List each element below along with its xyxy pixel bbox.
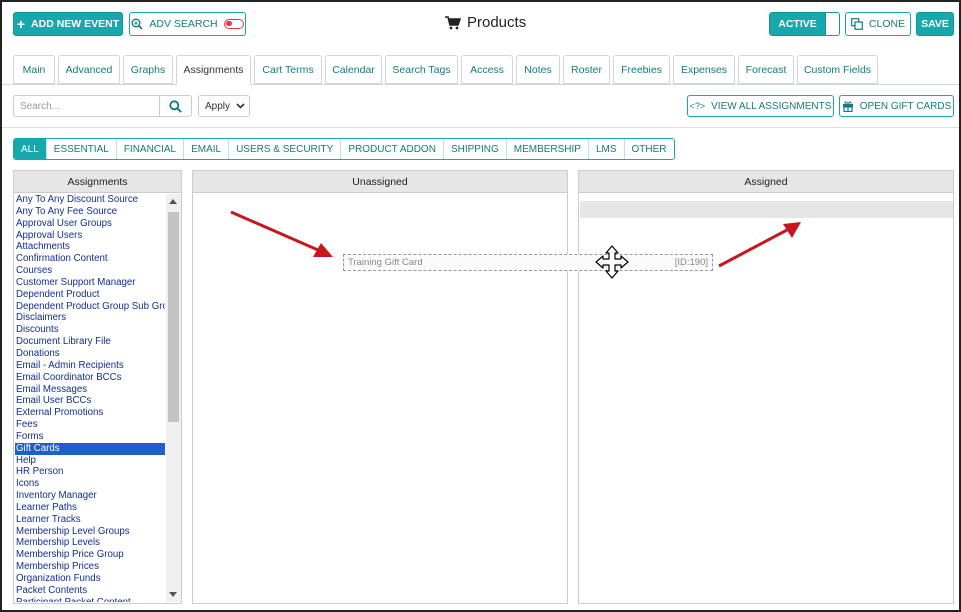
annotation-arrows: [230, 210, 801, 268]
arrow-to-item-icon: [230, 210, 333, 257]
app-window: + ADD NEW EVENT ADV SEARCH Products ACTI…: [0, 0, 961, 612]
arrow-to-assigned-icon: [718, 222, 801, 268]
